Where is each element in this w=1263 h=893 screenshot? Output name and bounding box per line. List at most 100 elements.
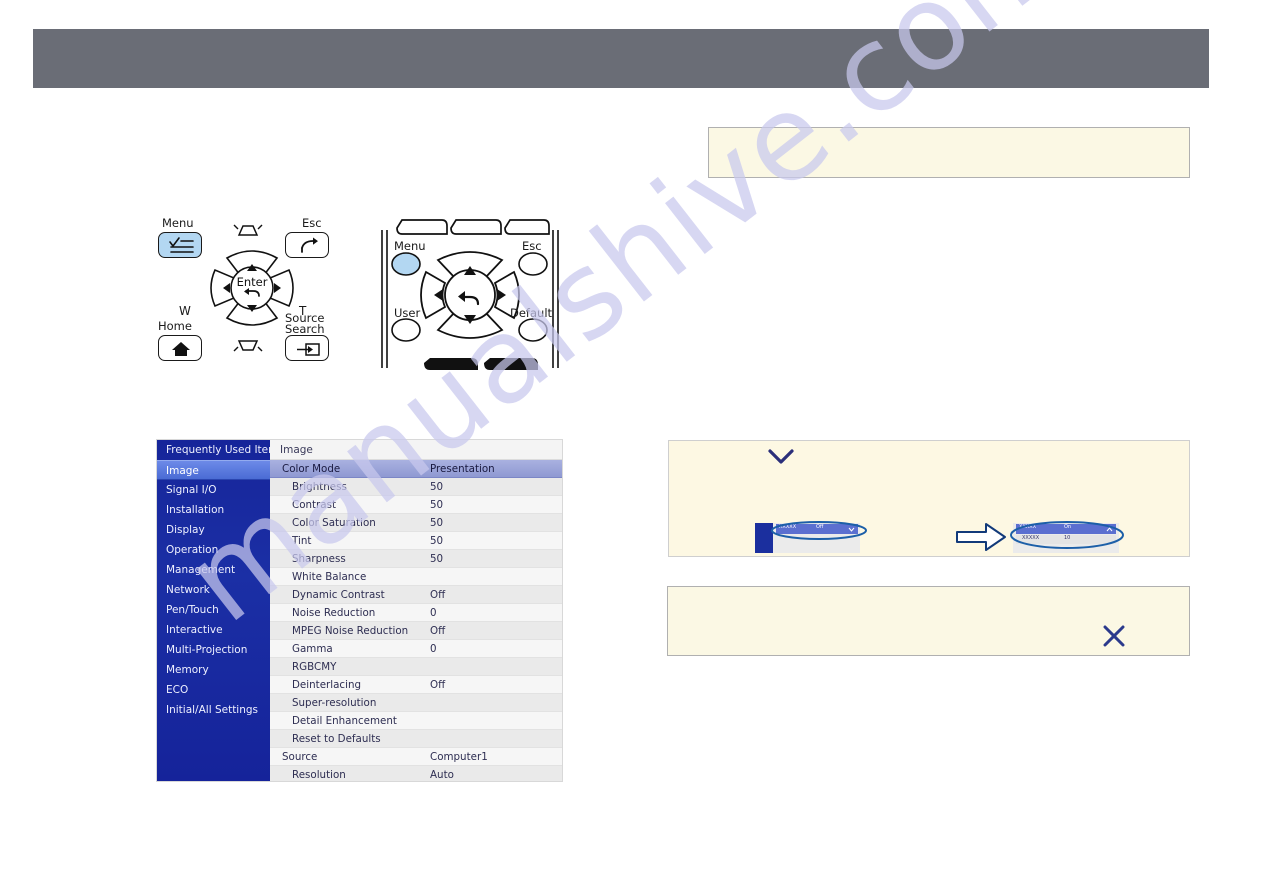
sidebar-item-network[interactable]: Network	[157, 580, 270, 600]
remote-control-figure: Menu Esc User Default	[372, 218, 568, 370]
sidebar-item-display[interactable]: Display	[157, 520, 270, 540]
osd-row[interactable]: Noise Reduction 0	[270, 604, 562, 622]
cp-enter-label: Enter	[237, 275, 268, 289]
cp-source-search-button[interactable]	[285, 335, 329, 361]
osd-row-label: Color Mode	[282, 463, 341, 475]
cp-menu-button[interactable]	[158, 232, 202, 258]
x-close-icon	[1103, 625, 1125, 647]
right-arrow-icon	[956, 523, 1006, 551]
osd-row-value: Presentation	[430, 463, 495, 475]
osd-row[interactable]: Tint 50	[270, 532, 562, 550]
osd-row[interactable]: Dynamic Contrast Off	[270, 586, 562, 604]
mini-menu-after: XXXXX On XXXXX 10	[1010, 521, 1124, 553]
osd-row-label: Brightness	[292, 481, 347, 493]
osd-row-value: 50	[430, 481, 444, 493]
remote-default-label: Default	[510, 306, 553, 320]
remote-default-button	[518, 318, 548, 342]
osd-row[interactable]: Gamma 0	[270, 640, 562, 658]
remote-menu-button	[391, 252, 421, 276]
osd-row-label: MPEG Noise Reduction	[292, 625, 409, 637]
osd-row[interactable]: Color Mode Presentation	[270, 460, 562, 478]
osd-row-label: Contrast	[292, 499, 336, 511]
osd-row-value: 0	[430, 607, 437, 619]
source-input-icon	[297, 343, 320, 356]
osd-row-label: Detail Enhancement	[292, 715, 397, 727]
osd-row[interactable]: Deinterlacing Off	[270, 676, 562, 694]
callout-ellipse-before	[771, 521, 867, 540]
osd-row[interactable]: RGBCMY	[270, 658, 562, 676]
cp-home-button[interactable]	[158, 335, 202, 361]
sidebar-item-management[interactable]: Management	[157, 560, 270, 580]
osd-row-value: Off	[430, 679, 446, 691]
sidebar-item-operation[interactable]: Operation	[157, 540, 270, 560]
osd-row-value: Off	[430, 589, 446, 601]
osd-row[interactable]: Source Computer1	[270, 748, 562, 766]
osd-row-label: Source	[282, 751, 318, 763]
note-box-top	[708, 127, 1190, 178]
remote-top-button-1	[396, 219, 448, 235]
projector-osd-menu: Frequently Used Items Image Signal I/O Inst…	[157, 440, 562, 781]
sidebar-item-frequently-used-items[interactable]: Frequently Used Items	[157, 440, 284, 460]
remote-bottom-button-2	[484, 358, 538, 370]
osd-row-label: Color Saturation	[292, 517, 376, 529]
menu-list-icon	[169, 237, 194, 253]
osd-row[interactable]: White Balance	[270, 568, 562, 586]
cp-directional-pad[interactable]: Enter	[209, 238, 295, 338]
sidebar-item-image[interactable]: Image	[157, 460, 270, 480]
remote-top-button-3	[504, 219, 550, 235]
osd-row[interactable]: Reset to Defaults	[270, 730, 562, 748]
osd-row[interactable]: Sharpness 50	[270, 550, 562, 568]
control-panel-figure: Menu Esc Enter W T Home Source Search	[152, 216, 352, 371]
osd-row-label: Tint	[292, 535, 312, 547]
page-header-bar	[33, 29, 1209, 88]
remote-top-button-2	[450, 219, 502, 235]
osd-row-label: Deinterlacing	[292, 679, 362, 691]
remote-esc-button	[518, 252, 548, 276]
sidebar-item-multi-projection[interactable]: Multi-Projection	[157, 640, 270, 660]
osd-row[interactable]: Super-resolution	[270, 694, 562, 712]
callout-ellipse-after	[1010, 521, 1124, 549]
osd-row-label: Reset to Defaults	[292, 733, 381, 745]
sidebar-item-eco[interactable]: ECO	[157, 680, 270, 700]
osd-row[interactable]: Detail Enhancement	[270, 712, 562, 730]
osd-row-label: Resolution	[292, 769, 346, 781]
osd-row-label: Super-resolution	[292, 697, 377, 709]
osd-row[interactable]: Resolution Auto	[270, 766, 562, 781]
osd-main-panel: Image Color Mode Presentation Brightness 50…	[270, 440, 562, 781]
sidebar-item-initial-all-settings[interactable]: Initial/All Settings	[157, 700, 270, 720]
sidebar-item-signal-i-o[interactable]: Signal I/O	[157, 480, 270, 500]
osd-row[interactable]: Brightness 50	[270, 478, 562, 496]
keystone-trapezoid-top-icon	[233, 224, 263, 236]
remote-user-label: User	[394, 306, 421, 320]
keystone-trapezoid-bottom-icon	[233, 340, 263, 352]
chevron-down-icon	[768, 449, 794, 464]
osd-row-label: Sharpness	[292, 553, 346, 565]
osd-row[interactable]: MPEG Noise Reduction Off	[270, 622, 562, 640]
osd-row-label: Gamma	[292, 643, 333, 655]
osd-row-value: 50	[430, 535, 444, 547]
osd-row-value: Computer1	[430, 751, 488, 763]
sidebar-item-installation[interactable]: Installation	[157, 500, 270, 520]
home-icon	[172, 342, 190, 356]
osd-row[interactable]: Color Saturation 50	[270, 514, 562, 532]
remote-esc-label: Esc	[522, 239, 542, 253]
osd-row-label: RGBCMY	[292, 661, 337, 673]
osd-row-label: Dynamic Contrast	[292, 589, 385, 601]
sidebar-item-interactive[interactable]: Interactive	[157, 620, 270, 640]
osd-row-label: Noise Reduction	[292, 607, 376, 619]
osd-row-value: 50	[430, 499, 444, 511]
osd-row-value: 0	[430, 643, 437, 655]
sidebar-item-memory[interactable]: Memory	[157, 660, 270, 680]
cp-esc-label: Esc	[302, 216, 322, 230]
mini-menu-before: XXXXX Off	[755, 521, 867, 553]
osd-row-value: Off	[430, 625, 446, 637]
osd-row-label: White Balance	[292, 571, 367, 583]
remote-menu-label: Menu	[394, 239, 426, 253]
sidebar-item-pen-touch[interactable]: Pen/Touch	[157, 600, 270, 620]
cp-menu-label: Menu	[162, 216, 194, 230]
osd-row-value: 50	[430, 553, 444, 565]
remote-user-button	[391, 318, 421, 342]
osd-row[interactable]: Contrast 50	[270, 496, 562, 514]
cp-home-label: Home	[158, 319, 192, 333]
cp-wide-label: W	[179, 304, 191, 318]
